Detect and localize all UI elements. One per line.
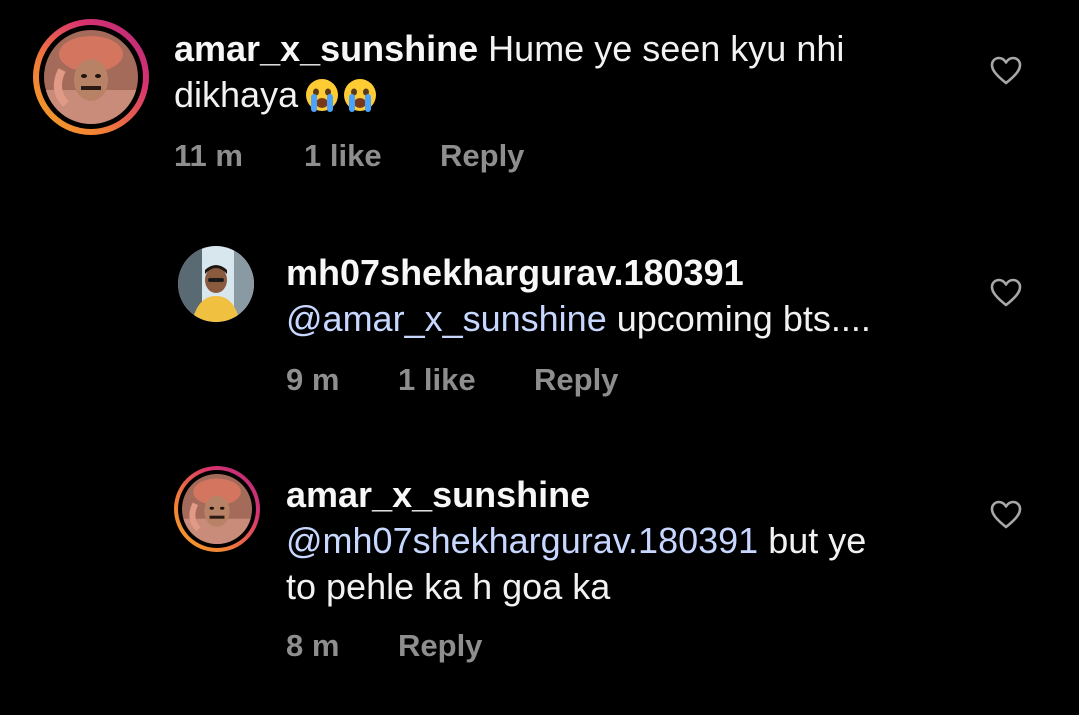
comment-timestamp: 9 m (286, 362, 340, 397)
reply-button[interactable]: Reply (398, 628, 482, 664)
avatar[interactable] (176, 244, 256, 324)
avatar-photo (178, 246, 254, 322)
comment-text: upcoming bts.... (606, 298, 871, 339)
comment-timestamp: 11 m (174, 138, 243, 173)
comment-meta: 9 m 1 like Reply (286, 362, 786, 402)
reply-button[interactable]: Reply (534, 362, 618, 398)
avatar-photo (44, 30, 138, 124)
heart-outline-icon[interactable] (990, 56, 1022, 86)
comment-username[interactable]: amar_x_sunshine (286, 474, 590, 515)
comment-like-count[interactable]: 1 like (398, 362, 476, 398)
comment-text-line2: to pehle ka h goa ka (286, 566, 611, 607)
reply-button[interactable]: Reply (440, 138, 524, 174)
comment-body: amar_x_sunshine Hume ye seen kyu nhi dik… (174, 26, 974, 118)
comment-username[interactable]: mh07shekhargurav.180391 (286, 252, 744, 293)
comment-body: amar_x_sunshine @mh07shekhargurav.180391… (286, 472, 1066, 610)
comment-text-line2: dikhaya (174, 74, 299, 115)
heart-outline-icon[interactable] (990, 500, 1022, 530)
comment-username[interactable]: amar_x_sunshine (174, 28, 478, 69)
comment-text: Hume ye seen kyu nhi (488, 28, 845, 69)
comment-meta: 8 m Reply (286, 628, 686, 668)
avatar[interactable] (33, 19, 149, 135)
comment-like-count[interactable]: 1 like (304, 138, 382, 174)
heart-outline-icon[interactable] (990, 278, 1022, 308)
comment-meta: 11 m 1 like Reply (174, 138, 674, 178)
comment-mention[interactable]: @amar_x_sunshine (286, 298, 607, 339)
comment-body: mh07shekhargurav.180391 @amar_x_sunshine… (286, 250, 1066, 342)
avatar-photo (182, 474, 252, 544)
crying-face-emoji (306, 79, 339, 112)
avatar[interactable] (174, 466, 260, 552)
crying-face-emoji (344, 79, 377, 112)
comment-text: but ye (758, 520, 867, 561)
comment-timestamp: 8 m (286, 628, 340, 663)
comment-mention[interactable]: @mh07shekhargurav.180391 (286, 520, 758, 561)
